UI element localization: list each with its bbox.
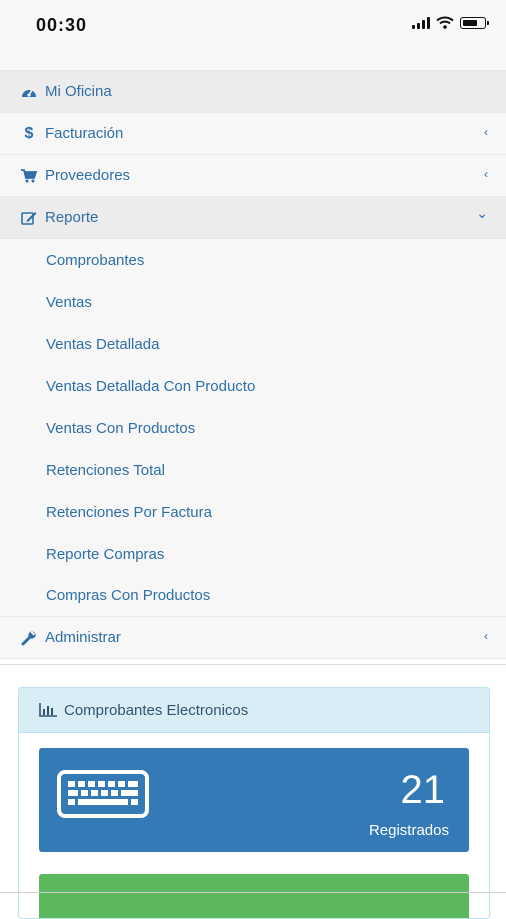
menu-item-mi-oficina[interactable]: Mi Oficina [0, 71, 506, 113]
stat-value: 21 [400, 768, 446, 812]
submenu-item-ventas[interactable]: Ventas [0, 281, 506, 323]
dashboard-icon [21, 86, 37, 98]
wifi-icon [436, 16, 454, 29]
menu-item-reporte[interactable]: Reporte ⌄ [0, 197, 506, 239]
reporte-submenu: Comprobantes Ventas Ventas Detallada Ven… [0, 239, 506, 617]
menu-item-label: Mi Oficina [45, 83, 112, 100]
cart-icon [21, 168, 37, 183]
stat-label: Registrados [368, 822, 449, 839]
bottom-divider [0, 892, 506, 893]
status-icons [412, 16, 489, 29]
wrench-icon [21, 630, 37, 646]
menu-item-label: Reporte [45, 209, 99, 226]
registrados-stat-box[interactable]: 21 Registrados [39, 748, 469, 852]
keyboard-icon [57, 770, 149, 823]
status-time: 00:30 [36, 15, 88, 35]
submenu-item-ventas-detallada-con-producto[interactable]: Ventas Detallada Con Producto [0, 365, 506, 407]
main-content: Comprobantes Electronicos 21 Registrados [0, 664, 506, 919]
menu-item-label: Administrar [45, 629, 121, 646]
submenu-item-ventas-detallada[interactable]: Ventas Detallada [0, 323, 506, 365]
chevron-down-icon: ⌄ [476, 205, 488, 221]
menu-item-facturacion[interactable]: $ Facturación ‹ [0, 113, 506, 155]
submenu-item-reporte-compras[interactable]: Reporte Compras [0, 533, 506, 575]
submenu-item-comprobantes[interactable]: Comprobantes [0, 239, 506, 281]
bar-chart-icon [39, 703, 57, 717]
dollar-icon: $ [24, 124, 34, 142]
menu-item-administrar[interactable]: Administrar ‹ [0, 617, 506, 659]
battery-icon [460, 16, 489, 29]
side-menu: Mi Oficina $ Facturación ‹ Proveedores ‹… [0, 70, 506, 659]
menu-item-proveedores[interactable]: Proveedores ‹ [0, 155, 506, 197]
edit-icon [21, 211, 37, 225]
menu-item-label: Proveedores [45, 167, 131, 184]
submenu-item-ventas-con-productos[interactable]: Ventas Con Productos [0, 407, 506, 449]
submenu-item-retenciones-total[interactable]: Retenciones Total [0, 449, 506, 491]
panel-title: Comprobantes Electronicos [64, 701, 249, 719]
status-bar: 00:30 [0, 0, 506, 70]
submenu-item-compras-con-productos[interactable]: Compras Con Productos [0, 575, 506, 617]
comprobantes-panel: Comprobantes Electronicos 21 Registrados [18, 687, 490, 919]
submenu-item-retenciones-por-factura[interactable]: Retenciones Por Factura [0, 491, 506, 533]
signal-icon [412, 16, 430, 29]
chevron-left-icon: ‹ [484, 125, 488, 139]
chevron-left-icon: ‹ [484, 629, 488, 643]
green-stat-box[interactable] [39, 874, 469, 918]
chevron-left-icon: ‹ [484, 167, 488, 181]
panel-header: Comprobantes Electronicos [19, 688, 489, 733]
menu-item-label: Facturación [45, 125, 124, 142]
